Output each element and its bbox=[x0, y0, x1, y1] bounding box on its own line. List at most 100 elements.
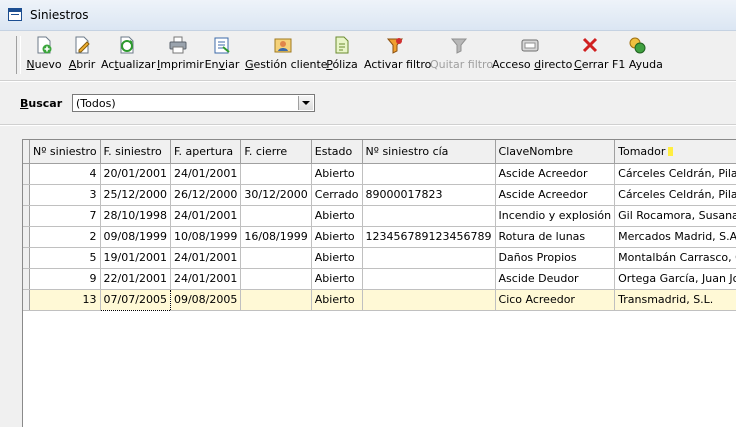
table-row[interactable]: 9 22/01/2001 24/01/2001 Abierto Ascide Deudo… bbox=[23, 268, 736, 290]
cell-closing-date[interactable]: 30/12/2000 bbox=[240, 184, 312, 206]
cell-closing-date[interactable] bbox=[240, 289, 312, 311]
cell-claim-date[interactable]: 25/12/2000 bbox=[100, 184, 171, 206]
cell-opening-date[interactable]: 10/08/1999 bbox=[170, 226, 242, 248]
cell-closing-date[interactable]: 16/08/1999 bbox=[240, 226, 312, 248]
cell-closing-date[interactable] bbox=[240, 247, 312, 269]
cell-status[interactable]: Abierto bbox=[311, 163, 363, 185]
cell-opening-date[interactable]: 26/12/2000 bbox=[170, 184, 242, 206]
col-header-policyholder[interactable]: Tomador bbox=[614, 140, 736, 164]
toolbar-grip[interactable] bbox=[16, 36, 21, 74]
cell-opening-date[interactable]: 24/01/2001 bbox=[170, 247, 242, 269]
cell-claim-number[interactable]: 3 bbox=[29, 184, 101, 206]
cell-claim-number[interactable]: 4 bbox=[29, 163, 101, 185]
filter-icon bbox=[386, 36, 404, 54]
close-button[interactable]: Cerrar bbox=[574, 35, 609, 75]
cell-status[interactable]: Cerrado bbox=[311, 184, 363, 206]
chevron-down-icon[interactable] bbox=[298, 96, 313, 110]
cell-company-claim-number[interactable] bbox=[362, 268, 496, 290]
cell-claim-date[interactable]: 22/01/2001 bbox=[100, 268, 171, 290]
send-button[interactable]: Enviar bbox=[203, 35, 241, 75]
cell-key-name[interactable]: Ascide Deudor bbox=[495, 268, 616, 290]
table-row[interactable]: 2 09/08/1999 10/08/1999 16/08/1999 Abierto 12… bbox=[23, 226, 736, 248]
cell-claim-number[interactable]: 9 bbox=[29, 268, 101, 290]
help-icon bbox=[628, 36, 646, 54]
search-separator bbox=[0, 124, 736, 126]
col-header-status[interactable]: Estado bbox=[311, 140, 363, 164]
send-icon bbox=[213, 36, 231, 54]
search-combobox[interactable]: (Todos) bbox=[72, 94, 315, 112]
policy-button[interactable]: Póliza bbox=[325, 35, 359, 75]
table-row[interactable]: 5 19/01/2001 24/01/2001 Abierto Daños Propio… bbox=[23, 247, 736, 269]
sort-indicator-icon bbox=[668, 147, 674, 157]
table-row[interactable]: 13 07/07/2005 09/08/2005 Abierto Cico Acreed… bbox=[23, 288, 736, 311]
cell-key-name[interactable]: Ascide Acreedor bbox=[495, 163, 616, 185]
cell-closing-date[interactable] bbox=[240, 163, 312, 185]
client-icon bbox=[274, 36, 292, 54]
col-header-claim-date[interactable]: F. siniestro bbox=[100, 140, 171, 164]
cell-company-claim-number[interactable] bbox=[362, 205, 496, 227]
shortcut-button[interactable]: Acceso directo bbox=[492, 35, 572, 75]
cell-opening-date[interactable]: 24/01/2001 bbox=[170, 205, 242, 227]
cell-policyholder[interactable]: Cárceles Celdrán, Pilar bbox=[614, 163, 736, 185]
cell-claim-number[interactable]: 5 bbox=[29, 247, 101, 269]
refresh-icon bbox=[118, 36, 136, 54]
cell-claim-date[interactable]: 19/01/2001 bbox=[100, 247, 171, 269]
cell-key-name[interactable]: Cico Acreedor bbox=[495, 289, 616, 311]
claims-grid[interactable]: Nº siniestro F. siniestro F. apertura F.… bbox=[22, 139, 736, 427]
cell-company-claim-number[interactable]: 89000017823 bbox=[362, 184, 496, 206]
refresh-button[interactable]: Actualizar bbox=[101, 35, 156, 75]
window-title: Siniestros bbox=[30, 8, 89, 22]
cell-key-name[interactable]: Rotura de lunas bbox=[495, 226, 616, 248]
cell-key-name[interactable]: Incendio y explosión bbox=[495, 205, 616, 227]
cell-company-claim-number[interactable]: 123456789123456789 bbox=[362, 226, 496, 248]
new-button[interactable]: Nuevo bbox=[26, 35, 62, 75]
table-row[interactable]: 3 25/12/2000 26/12/2000 30/12/2000 Cerrado 89… bbox=[23, 184, 736, 206]
cell-policyholder[interactable]: Cárceles Celdrán, Pilar bbox=[614, 184, 736, 206]
cell-opening-date[interactable]: 24/01/2001 bbox=[170, 268, 242, 290]
cell-claim-date[interactable]: 07/07/2005 bbox=[99, 288, 171, 311]
cell-key-name[interactable]: Ascide Acreedor bbox=[495, 184, 616, 206]
col-header-opening-date[interactable]: F. apertura bbox=[170, 140, 242, 164]
cell-claim-number[interactable]: 13 bbox=[29, 289, 101, 311]
table-row[interactable]: 4 20/01/2001 24/01/2001 Abierto Ascide Acree… bbox=[23, 163, 736, 185]
cell-claim-date[interactable]: 20/01/2001 bbox=[100, 163, 171, 185]
close-icon bbox=[581, 36, 599, 54]
cell-status[interactable]: Abierto bbox=[311, 226, 363, 248]
new-document-icon bbox=[35, 36, 53, 54]
printer-icon bbox=[169, 36, 187, 54]
cell-policyholder[interactable]: Mercados Madrid, S.A. bbox=[614, 226, 736, 248]
cell-policyholder[interactable]: Gil Rocamora, Susana bbox=[614, 205, 736, 227]
cell-company-claim-number[interactable] bbox=[362, 247, 496, 269]
cell-company-claim-number[interactable] bbox=[362, 163, 496, 185]
client-management-button[interactable]: Gestión cliente bbox=[245, 35, 328, 75]
cell-company-claim-number[interactable] bbox=[362, 289, 496, 311]
cell-opening-date[interactable]: 09/08/2005 bbox=[170, 289, 242, 311]
remove-filter-button[interactable]: Quitar filtro bbox=[430, 35, 493, 75]
col-header-closing-date[interactable]: F. cierre bbox=[240, 140, 312, 164]
col-header-claim-number[interactable]: Nº siniestro bbox=[29, 140, 101, 164]
cell-policyholder[interactable]: Transmadrid, S.L. bbox=[614, 289, 736, 311]
cell-key-name[interactable]: Daños Propios bbox=[495, 247, 616, 269]
cell-closing-date[interactable] bbox=[240, 268, 312, 290]
shortcut-icon bbox=[521, 36, 539, 54]
cell-closing-date[interactable] bbox=[240, 205, 312, 227]
col-header-key-name[interactable]: ClaveNombre bbox=[495, 140, 616, 164]
cell-policyholder[interactable]: Ortega García, Juan José bbox=[614, 268, 736, 290]
cell-claim-date[interactable]: 28/10/1998 bbox=[100, 205, 171, 227]
help-button[interactable]: F1 Ayuda bbox=[612, 35, 663, 75]
cell-policyholder[interactable]: Montalbán Carrasco, Guillermo bbox=[614, 247, 736, 269]
claims-table: Nº siniestro F. siniestro F. apertura F.… bbox=[23, 140, 736, 311]
open-button[interactable]: Abrir bbox=[67, 35, 97, 75]
print-button[interactable]: Imprimir bbox=[157, 35, 204, 75]
table-row[interactable]: 7 28/10/1998 24/01/2001 Abierto Incendio y e… bbox=[23, 205, 736, 227]
cell-claim-number[interactable]: 2 bbox=[29, 226, 101, 248]
cell-opening-date[interactable]: 24/01/2001 bbox=[170, 163, 242, 185]
cell-status[interactable]: Abierto bbox=[311, 268, 363, 290]
cell-claim-date[interactable]: 09/08/1999 bbox=[100, 226, 171, 248]
activate-filter-button[interactable]: Activar filtro bbox=[364, 35, 431, 75]
cell-claim-number[interactable]: 7 bbox=[29, 205, 101, 227]
col-header-company-claim-number[interactable]: Nº siniestro cía bbox=[362, 140, 496, 164]
cell-status[interactable]: Abierto bbox=[311, 289, 363, 311]
cell-status[interactable]: Abierto bbox=[311, 247, 363, 269]
cell-status[interactable]: Abierto bbox=[311, 205, 363, 227]
